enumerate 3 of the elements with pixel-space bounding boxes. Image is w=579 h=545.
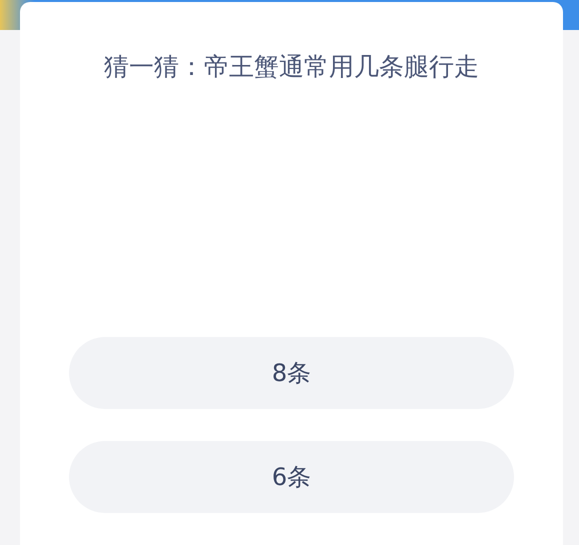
question-title: 猜一猜：帝王蟹通常用几条腿行走: [104, 51, 479, 83]
answer-option[interactable]: 6条: [69, 441, 514, 513]
answer-option[interactable]: 8条: [69, 337, 514, 409]
